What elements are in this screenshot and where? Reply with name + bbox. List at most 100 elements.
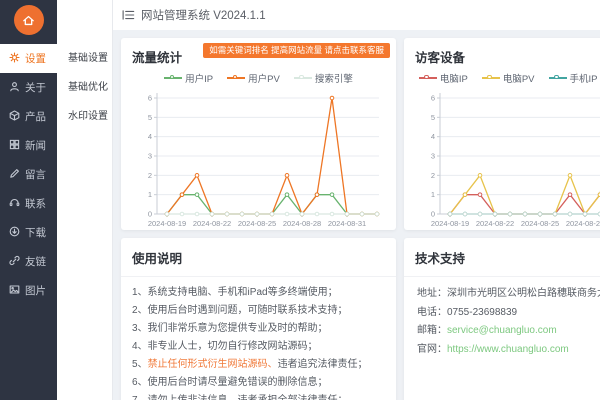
usage-item: 2、使用后台时遇到问题，可随时联系技术支持； [132,305,348,316]
cube-icon [9,109,20,124]
legend-item-0[interactable]: 电脑IP [418,71,468,85]
usage-card-title: 使用说明 [121,238,396,277]
sidebar-item-images[interactable]: 图片 [0,276,57,305]
svg-text:2024-08-19: 2024-08-19 [431,219,469,228]
home-icon [13,5,44,35]
sidebar-item-label: 图片 [25,285,46,297]
support-email: 邮箱：service@chuangluo.com [417,325,557,336]
svg-text:3: 3 [431,152,435,161]
svg-text:6: 6 [148,94,152,103]
sidebar-item-label: 产品 [25,111,46,123]
sidebar-menu: 设置 关于 产品 新闻 留言 联系 下载 友链 图片 [0,40,57,305]
promo-banner[interactable]: 如需关键词排名 提高网站流量 请点击联系客服 [203,43,390,58]
usage-highlight: 禁止任何形式衍生网站源码、 [147,359,278,370]
chart-svg: 0 1 2 3 4 5 6 2024-08-19 2024-08-22 2024-08-25 202… [148,93,380,228]
image-icon [9,284,20,298]
sidebar-item-settings[interactable]: 设置 [0,44,57,73]
svg-text:4: 4 [431,132,435,141]
sidebar-item-products[interactable]: 产品 [0,102,57,131]
usage-item: 5、禁止任何形式衍生网站源码、违者追究法律责任； [132,359,368,370]
top-header: 网站管理系统 V2024.1.1 [113,0,600,30]
device-chart: 电脑IP电脑PV手机IP手机PV01234562024-08-192024-08… [404,71,600,238]
support-website-link[interactable]: https://www.chuangluo.com [447,344,569,355]
pencil-icon [9,168,20,182]
main-content: 流量统计 如需关键词排名 提高网站流量 请点击联系客服 用户IP 用户PV 搜索引擎… [113,30,600,400]
usage-item: 7、请勿上传非法信息，违者承担全部法律责任； [132,392,385,400]
svg-text:5: 5 [431,113,435,122]
legend-item-2[interactable]: 手机IP [548,71,597,85]
legend-marker-icon [293,74,312,82]
support-card-title: 技术支持 [404,238,600,277]
legend-marker-icon [227,74,246,82]
hamburger-icon[interactable] [122,9,135,21]
svg-text:4: 4 [148,132,152,141]
svg-text:5: 5 [148,113,152,122]
sidebar-item-news[interactable]: 新闻 [0,131,57,160]
svg-text:2024-08-25: 2024-08-25 [238,219,276,228]
sidebar-item-friend-links[interactable]: 友链 [0,247,57,276]
svg-text:2024-08-22: 2024-08-22 [193,219,231,228]
svg-text:2024-08-31: 2024-08-31 [328,219,366,228]
legend-item-0[interactable]: 用户IP [164,71,213,85]
chart-legend: 用户IP 用户PV 搜索引擎 [121,71,396,85]
legend-item-1[interactable]: 电脑PV [481,71,535,85]
traffic-card: 流量统计 如需关键词排名 提高网站流量 请点击联系客服 用户IP 用户PV 搜索引擎… [121,38,396,230]
submenu-item-basic-optimization[interactable]: 基础优化 [57,73,112,102]
support-website: 官网：https://www.chuangluo.com [417,343,569,355]
sidebar-item-label: 新闻 [25,140,46,152]
legend-marker-icon [164,74,183,82]
logo[interactable] [0,0,57,40]
user-icon [9,81,20,95]
legend-marker-icon [418,74,437,82]
svg-text:2024-08-28: 2024-08-28 [566,219,600,228]
device-card: 访客设备 电脑IP电脑PV手机IP手机PV01234562024-08-1920… [404,38,600,230]
chart-legend: 电脑IP电脑PV手机IP手机PV [404,71,600,85]
svg-text:1: 1 [148,190,152,199]
sidebar-item-label: 联系 [25,198,46,210]
sidebar-item-downloads[interactable]: 下载 [0,218,57,247]
usage-item: 4、非专业人士，切勿自行修改网站源码； [132,341,318,352]
svg-text:2024-08-19: 2024-08-19 [148,219,186,228]
link-icon [9,255,20,269]
usage-card: 使用说明 1、系统支持电脑、手机和iPad等多终端使用； 2、使用后台时遇到问题… [121,238,396,400]
sidebar-item-label: 留言 [25,169,46,181]
support-list: 地址：深圳市光明区公明松白路穗联商务大厦703室 电话：0755-2369883… [404,277,600,359]
support-email-link[interactable]: service@chuangluo.com [447,325,557,336]
app-window: 设置 关于 产品 新闻 留言 联系 下载 友链 图片 基础设置 基础优化 水印设… [0,0,600,400]
usage-list: 1、系统支持电脑、手机和iPad等多终端使用； 2、使用后台时遇到问题，可随时联… [121,277,396,400]
usage-item: 6、使用后台时请尽量避免错误的删除信息； [132,377,328,388]
legend-marker-icon [481,74,500,82]
sidebar-item-label: 友链 [25,256,46,268]
gear-icon [9,51,20,66]
svg-text:0: 0 [148,210,152,219]
svg-text:2: 2 [148,171,152,180]
sidebar-item-messages[interactable]: 留言 [0,160,57,189]
legend-item-1[interactable]: 用户PV [227,71,280,85]
sidebar-item-label: 设置 [25,53,46,65]
news-icon [9,139,20,153]
usage-item: 3、我们非常乐意为您提供专业及时的帮助； [132,323,328,334]
submenu-item-basic-settings[interactable]: 基础设置 [57,44,112,73]
svg-text:2024-08-22: 2024-08-22 [476,219,514,228]
download-icon [9,226,20,240]
sidebar-item-label: 下载 [25,227,46,239]
svg-text:2: 2 [431,171,435,180]
sidebar-item-about[interactable]: 关于 [0,73,57,102]
secondary-sidebar: 基础设置 基础优化 水印设置 [57,0,113,400]
support-card: 技术支持 地址：深圳市光明区公明松白路穗联商务大厦703室 电话：0755-23… [404,238,600,400]
support-address: 地址：深圳市光明区公明松白路穗联商务大厦703室 [417,288,600,299]
legend-item-2[interactable]: 搜索引擎 [293,71,353,85]
svg-text:2024-08-25: 2024-08-25 [521,219,559,228]
svg-text:6: 6 [431,94,435,103]
traffic-chart: 用户IP 用户PV 搜索引擎 0 1 2 3 4 5 6 2024-08-19 2024-08-22 2… [121,71,396,238]
svg-text:2024-08-28: 2024-08-28 [283,219,321,228]
usage-item: 1、系统支持电脑、手机和iPad等多终端使用； [132,287,338,298]
headset-icon [9,197,20,211]
chart-svg: 0 1 2 3 4 5 6 2024-08-19 2024-08-22 2024-08-25 202… [431,93,600,228]
submenu-item-watermark-settings[interactable]: 水印设置 [57,102,112,131]
sidebar-item-contact[interactable]: 联系 [0,189,57,218]
primary-sidebar: 设置 关于 产品 新闻 留言 联系 下载 友链 图片 [0,0,57,400]
device-card-title: 访客设备 [415,51,466,65]
svg-text:1: 1 [431,190,435,199]
sidebar-item-label: 关于 [25,82,46,94]
